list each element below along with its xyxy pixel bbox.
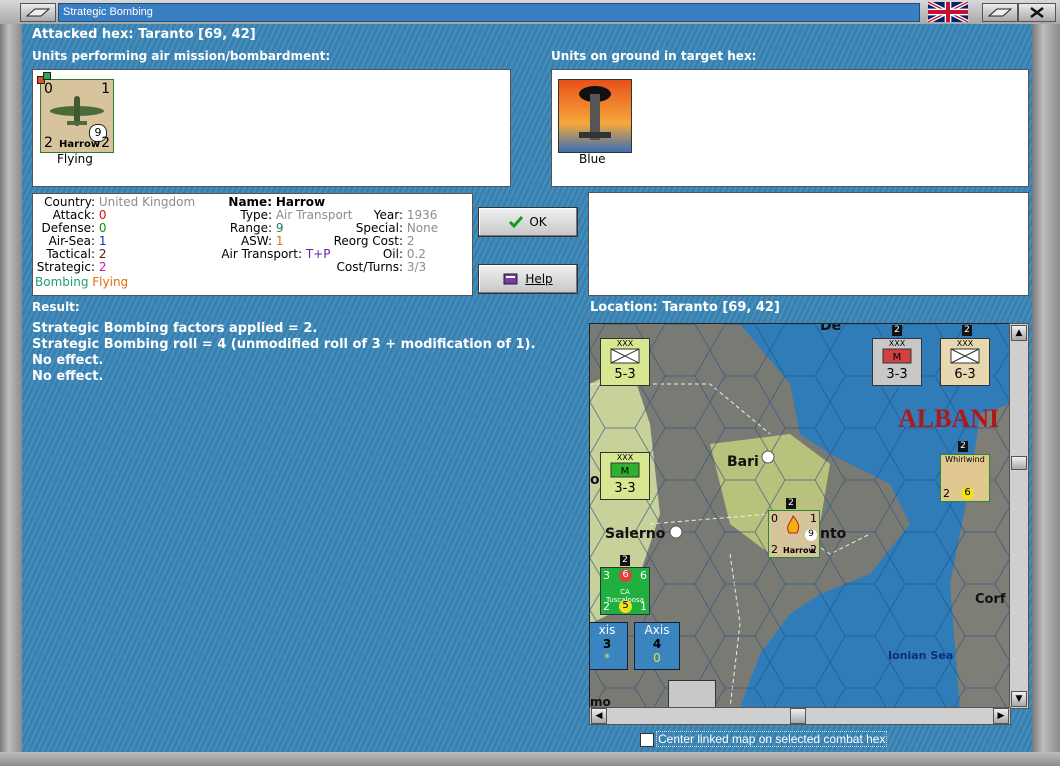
help-button[interactable]: Help [478,264,578,294]
reorg-row: Reorg Cost: 2 [333,234,415,248]
name-row: Name: Harrow [228,195,326,209]
ground-unit-name: Blue [579,152,606,166]
ground-units-box: Blue [551,69,1029,187]
result-line: Strategic Bombing roll = 4 (unmodified r… [32,337,536,352]
title-bar: Strategic Bombing [0,0,1060,24]
title-field: Strategic Bombing [58,3,920,22]
map-counter-skopje[interactable]: XXX 6-3 [940,338,990,386]
attack-row: Attack: 0 [52,208,107,222]
help-book-icon [503,273,518,285]
checkmark-icon [509,216,524,228]
scroll-left-arrow-icon[interactable]: ◀ [591,708,607,724]
svg-text:M: M [893,352,902,363]
oil-row: Oil: 0.2 [382,247,426,261]
center-map-checkbox[interactable] [640,733,654,747]
scroll-up-arrow-icon[interactable]: ▲ [1011,325,1027,341]
map-counter-whirlwind[interactable]: Whirlwind 2 6 [940,454,990,502]
tactical-row: Tactical: 2 [46,247,107,261]
albania-label: ALBANI [898,404,1000,433]
year-row: Year: 1936 [373,208,438,222]
blue-resource-card[interactable] [558,79,632,153]
svg-text:M: M [621,466,630,477]
stack-count-badge: 2 [786,498,796,509]
scroll-thumb[interactable] [790,708,806,724]
unit-bottom-left-value: 2 [44,135,53,151]
maximize-button[interactable] [982,3,1018,22]
taranto-label: nto [820,526,847,542]
minimize-icon [25,8,51,17]
map-vertical-scrollbar[interactable]: ▲ ▼ [1009,323,1029,709]
air-units-box: 0 1 9 2 Harrow 2 Flying [32,69,511,187]
unit-bottom-right-value: 2 [101,135,110,151]
map-counter-tuscaloosa[interactable]: 3 6 6 CA Tuscaloosa 2 5 1 [600,567,650,615]
bottom-frame [0,752,1060,766]
mission-row: Bombing Flying [35,275,129,289]
close-button[interactable] [1018,3,1056,22]
fire-icon [787,515,800,534]
axis-strength-box: xis 3 * [590,622,628,670]
country-row: Country: United Kingdom [44,195,196,209]
infantry-symbol-icon [610,348,640,364]
help-label: Help [525,272,553,286]
range-row: Range: 9 [229,221,284,235]
right-frame [1032,24,1060,752]
ionian-sea-label: Ionian Sea [888,649,954,662]
minimize-button[interactable] [20,3,56,22]
bari-label: Bari [727,454,759,470]
stack-count-badge: 2 [958,441,968,452]
airsea-row: Air-Sea: 1 [48,234,107,248]
salerno-label: Salerno [605,526,666,542]
target-info-box [588,192,1029,296]
stack-count-badge: 2 [892,325,902,336]
left-frame [0,24,22,752]
scroll-right-arrow-icon[interactable]: ▶ [993,708,1009,724]
result-line: No effect. [32,353,104,368]
window-title: Strategic Bombing [63,6,153,18]
unit-info-box: Country: United Kingdom Attack: 0 Defens… [32,193,473,296]
center-map-label[interactable]: Center linked map on selected combat hex [656,731,888,747]
strategic-row: Strategic: 2 [36,260,107,274]
strategic-bombing-window: Strategic Bombing Attacked hex: Taranto … [0,0,1060,766]
location-label: Location: Taranto [69, 42] [590,300,780,315]
armor-symbol-icon: M [882,348,912,364]
ok-button[interactable]: OK [478,207,578,237]
ok-label: OK [529,215,547,229]
mountain-symbol-icon [950,348,980,364]
mechanized-symbol-icon: M [610,462,640,478]
map-counter-harrow[interactable]: 0 1 9 2 Harrow 2 [768,510,820,558]
map-counter-infantry[interactable]: XXX 5-3 [600,338,650,386]
unit-counter-name: Harrow [59,139,101,150]
uk-flag-icon[interactable] [926,0,970,24]
close-icon [1030,7,1044,18]
unit-marker-green [43,72,51,80]
bomber-plane-icon [50,96,104,126]
maximize-icon [987,8,1013,17]
ground-units-label: Units on ground in target hex: [551,49,757,63]
stack-count-badge: 2 [962,325,972,336]
air-unit-status: Flying [57,152,93,166]
result-label: Result: [32,300,80,314]
result-line: Strategic Bombing factors applied = 2. [32,321,318,336]
scroll-down-arrow-icon[interactable]: ▼ [1011,691,1027,707]
attacked-hex-label: Attacked hex: Taranto [69, 42] [32,27,256,42]
map-label-de: De [820,323,842,334]
map-horizontal-scrollbar[interactable]: ◀ ▶ [589,707,1011,725]
special-row: Special: None [355,221,439,235]
stack-count-badge: 2 [620,555,630,566]
oil-tower-icon [579,86,611,140]
harrow-unit-card[interactable]: 0 1 9 2 Harrow 2 [37,72,114,153]
airtransport-row: Air Transport: T+P [221,247,331,261]
cost-row: Cost/Turns: 3/3 [336,260,427,274]
map-counter-naples[interactable]: XXX M 3-3 [600,452,650,500]
air-units-label: Units performing air mission/bombardment… [32,49,331,63]
defense-row: Defense: 0 [41,221,107,235]
scroll-thumb[interactable] [1011,456,1027,470]
map-counter-zagreb[interactable]: XXX M 3-3 [872,338,922,386]
asw-row: ASW: 1 [240,234,284,248]
map-counter-partial[interactable] [668,680,716,708]
corfu-label: Corf [975,592,1006,607]
axis-strength-box: Axis 4 0 [634,622,680,670]
result-line: No effect. [32,369,104,384]
linked-map[interactable]: Bari Salerno nto ALBANI Corf Ionian Sea … [589,323,1011,709]
